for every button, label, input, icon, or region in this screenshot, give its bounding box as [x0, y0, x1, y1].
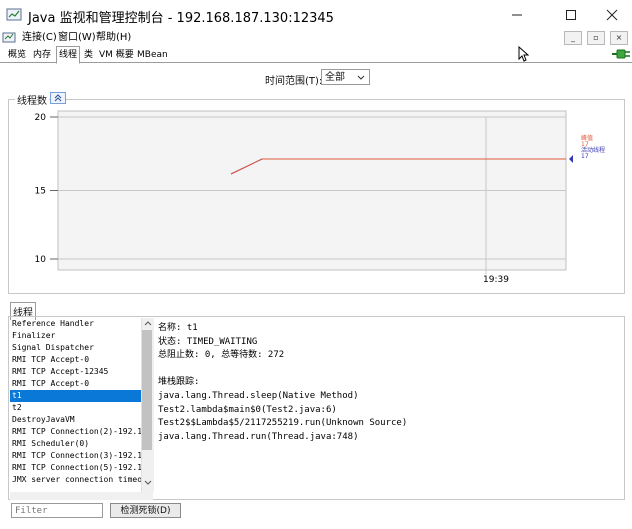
thread-list-item[interactable]: RMI TCP Accept-0: [10, 378, 141, 390]
thread-list-item[interactable]: Signal Dispatcher: [10, 342, 141, 354]
y-tick-label: 10: [35, 255, 47, 265]
thread-state: 状态: TIMED_WAITING: [158, 336, 258, 347]
x-tick-label: 19:39: [483, 275, 509, 285]
thread-filter-input[interactable]: [11, 503, 103, 518]
thread-list-item[interactable]: RMI TCP Connection(3)-192.168.: [10, 450, 141, 462]
thread-counts: 总阻止数: 0, 总等待数: 272: [158, 350, 285, 361]
scroll-down-icon[interactable]: [144, 480, 152, 486]
thread-list-item[interactable]: t1: [10, 390, 141, 402]
stack-frame: Test2.lambda$main$0(Test2.java:6): [158, 404, 337, 415]
thread-name: 名称: t1: [158, 323, 198, 333]
thread-list-item[interactable]: RMI TCP Connection(5)-192.168.: [10, 462, 141, 474]
thread-list[interactable]: Reference Handler Finalizer Signal Dispatc…: [10, 318, 141, 492]
stack-frame: Test2$$Lambda$5/2117255219.run(Unknown S…: [158, 418, 408, 429]
thread-list-hscrollbar[interactable]: [10, 492, 153, 500]
stack-header: 堆栈跟踪:: [158, 377, 200, 388]
thread-details: 名称: t1 状态: TIMED_WAITING 总阻止数: 0, 总等待数: 27…: [158, 322, 407, 444]
legend-value: 17: [581, 153, 589, 160]
detect-deadlock-button[interactable]: 检测死锁(D): [110, 503, 181, 518]
scroll-up-icon[interactable]: [144, 320, 152, 326]
thread-list-item[interactable]: Reference Handler: [10, 318, 141, 330]
thread-list-item[interactable]: RMI TCP Accept-12345: [10, 366, 141, 378]
y-tick-label: 20: [35, 113, 47, 123]
thread-count-chart: 20151019:39峰值17活动线程17: [35, 110, 605, 285]
thread-list-item[interactable]: RMI Scheduler(0): [10, 438, 141, 450]
thread-list-item[interactable]: t2: [10, 402, 141, 414]
thread-list-item[interactable]: Finalizer: [10, 330, 141, 342]
y-tick-label: 15: [35, 187, 46, 197]
stack-frame: java.lang.Thread.run(Thread.java:748): [158, 431, 359, 442]
value-marker-icon: [569, 155, 573, 163]
stack-frame: java.lang.Thread.sleep(Native Method): [158, 390, 359, 401]
scroll-thumb[interactable]: [142, 330, 152, 450]
thread-list-item[interactable]: RMI TCP Accept-0: [10, 354, 141, 366]
thread-list-item[interactable]: JMX server connection timeout: [10, 474, 141, 486]
thread-list-item[interactable]: RMI TCP Connection(2)-192.168.: [10, 426, 141, 438]
thread-list-item[interactable]: DestroyJavaVM: [10, 414, 141, 426]
